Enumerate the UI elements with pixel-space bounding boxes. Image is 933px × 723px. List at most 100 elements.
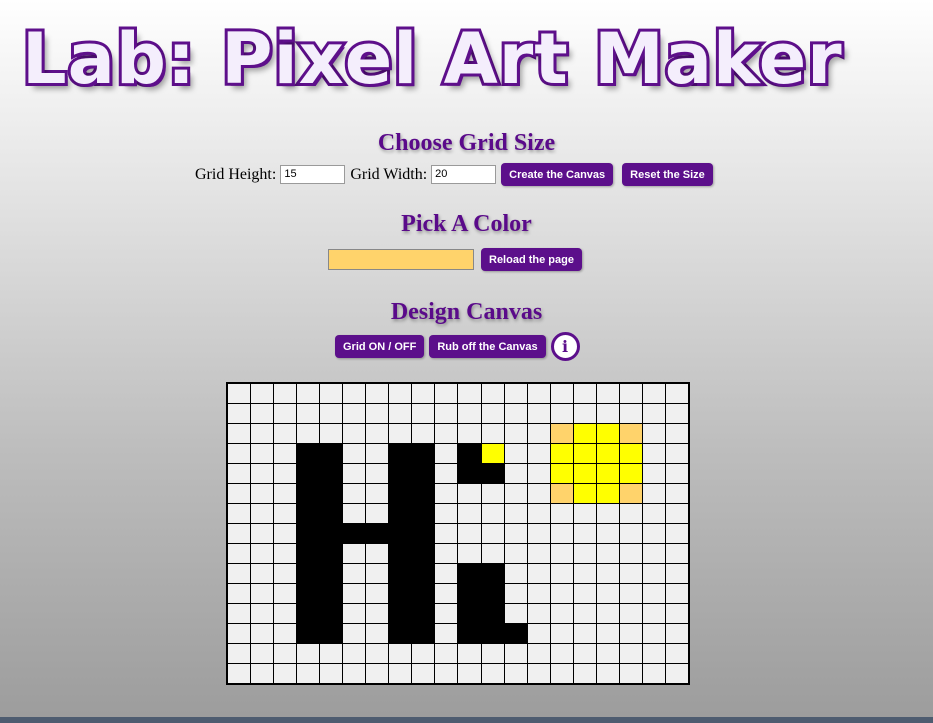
canvas-cell[interactable]: [274, 504, 297, 523]
canvas-cell[interactable]: [228, 424, 251, 443]
canvas-cell[interactable]: [458, 544, 481, 563]
canvas-cell[interactable]: [550, 484, 573, 503]
canvas-cell[interactable]: [389, 404, 412, 423]
canvas-cell[interactable]: [550, 624, 573, 643]
canvas-cell[interactable]: [665, 484, 688, 503]
canvas-cell[interactable]: [274, 384, 297, 403]
grid-height-input[interactable]: 15: [280, 165, 346, 184]
canvas-cell[interactable]: [435, 424, 458, 443]
canvas-cell[interactable]: [550, 464, 573, 483]
canvas-cell[interactable]: [642, 624, 665, 643]
canvas-cell[interactable]: [573, 464, 596, 483]
canvas-cell[interactable]: [665, 584, 688, 603]
canvas-cell[interactable]: [274, 424, 297, 443]
canvas-cell[interactable]: [297, 604, 320, 623]
canvas-cell[interactable]: [527, 504, 550, 523]
canvas-cell[interactable]: [665, 524, 688, 543]
canvas-cell[interactable]: [665, 644, 688, 663]
canvas-cell[interactable]: [619, 544, 642, 563]
canvas-cell[interactable]: [481, 424, 504, 443]
canvas-cell[interactable]: [596, 384, 619, 403]
canvas-cell[interactable]: [412, 584, 435, 603]
canvas-cell[interactable]: [435, 604, 458, 623]
canvas-cell[interactable]: [596, 444, 619, 463]
canvas-cell[interactable]: [366, 524, 389, 543]
canvas-cell[interactable]: [596, 644, 619, 663]
canvas-cell[interactable]: [320, 404, 343, 423]
canvas-cell[interactable]: [412, 384, 435, 403]
canvas-cell[interactable]: [550, 664, 573, 683]
canvas-cell[interactable]: [274, 604, 297, 623]
canvas-cell[interactable]: [228, 524, 251, 543]
canvas-cell[interactable]: [527, 564, 550, 583]
canvas-cell[interactable]: [619, 484, 642, 503]
canvas-cell[interactable]: [527, 444, 550, 463]
canvas-cell[interactable]: [573, 584, 596, 603]
canvas-cell[interactable]: [596, 544, 619, 563]
canvas-cell[interactable]: [504, 504, 527, 523]
canvas-cell[interactable]: [297, 624, 320, 643]
canvas-cell[interactable]: [251, 404, 274, 423]
canvas-cell[interactable]: [389, 484, 412, 503]
canvas-cell[interactable]: [619, 464, 642, 483]
canvas-cell[interactable]: [274, 624, 297, 643]
canvas-cell[interactable]: [343, 584, 366, 603]
canvas-cell[interactable]: [642, 424, 665, 443]
canvas-cell[interactable]: [412, 644, 435, 663]
canvas-cell[interactable]: [619, 584, 642, 603]
canvas-cell[interactable]: [573, 604, 596, 623]
canvas-cell[interactable]: [412, 664, 435, 683]
canvas-cell[interactable]: [228, 604, 251, 623]
canvas-cell[interactable]: [458, 524, 481, 543]
canvas-cell[interactable]: [228, 504, 251, 523]
canvas-cell[interactable]: [274, 444, 297, 463]
canvas-cell[interactable]: [412, 544, 435, 563]
canvas-cell[interactable]: [642, 584, 665, 603]
color-picker[interactable]: [328, 249, 474, 270]
canvas-cell[interactable]: [504, 384, 527, 403]
canvas-cell[interactable]: [550, 384, 573, 403]
canvas-cell[interactable]: [573, 524, 596, 543]
canvas-cell[interactable]: [665, 564, 688, 583]
canvas-cell[interactable]: [343, 464, 366, 483]
canvas-cell[interactable]: [251, 424, 274, 443]
canvas-cell[interactable]: [343, 544, 366, 563]
canvas-cell[interactable]: [504, 604, 527, 623]
canvas-cell[interactable]: [550, 584, 573, 603]
canvas-cell[interactable]: [343, 384, 366, 403]
canvas-cell[interactable]: [665, 444, 688, 463]
canvas-cell[interactable]: [481, 544, 504, 563]
canvas-cell[interactable]: [389, 644, 412, 663]
canvas-cell[interactable]: [596, 464, 619, 483]
canvas-cell[interactable]: [458, 384, 481, 403]
canvas-cell[interactable]: [527, 404, 550, 423]
canvas-cell[interactable]: [596, 664, 619, 683]
canvas-cell[interactable]: [343, 644, 366, 663]
canvas-cell[interactable]: [596, 604, 619, 623]
canvas-cell[interactable]: [435, 504, 458, 523]
canvas-cell[interactable]: [320, 484, 343, 503]
canvas-cell[interactable]: [573, 544, 596, 563]
canvas-cell[interactable]: [389, 424, 412, 443]
canvas-cell[interactable]: [297, 464, 320, 483]
info-icon[interactable]: i: [550, 332, 580, 361]
canvas-cell[interactable]: [596, 624, 619, 643]
canvas-cell[interactable]: [297, 644, 320, 663]
canvas-cell[interactable]: [527, 644, 550, 663]
canvas-cell[interactable]: [366, 384, 389, 403]
canvas-cell[interactable]: [550, 504, 573, 523]
canvas-cell[interactable]: [642, 564, 665, 583]
canvas-cell[interactable]: [389, 664, 412, 683]
canvas-cell[interactable]: [527, 624, 550, 643]
canvas-cell[interactable]: [642, 544, 665, 563]
canvas-cell[interactable]: [228, 664, 251, 683]
rub-off-canvas-button[interactable]: Rub off the Canvas: [429, 335, 546, 358]
canvas-cell[interactable]: [504, 544, 527, 563]
canvas-cell[interactable]: [297, 484, 320, 503]
canvas-cell[interactable]: [527, 484, 550, 503]
canvas-cell[interactable]: [458, 404, 481, 423]
canvas-cell[interactable]: [274, 524, 297, 543]
canvas-cell[interactable]: [343, 484, 366, 503]
canvas-cell[interactable]: [573, 404, 596, 423]
canvas-cell[interactable]: [665, 664, 688, 683]
